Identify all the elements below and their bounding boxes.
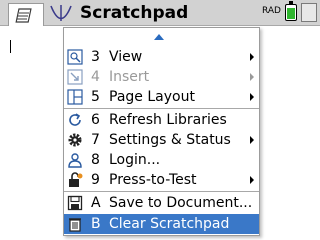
menu-item-label: Settings & Status xyxy=(109,132,231,148)
menu-item-label: View xyxy=(109,49,143,65)
menu-item-number: 7 xyxy=(91,132,100,148)
menu-item-label: Refresh Libraries xyxy=(109,112,227,128)
submenu-arrow-icon xyxy=(250,93,254,101)
menu-item-number: 6 xyxy=(91,112,100,128)
menu-item-label: Page Layout xyxy=(109,89,195,105)
battery-icon xyxy=(285,1,297,21)
tab-graphs[interactable] xyxy=(46,3,76,23)
save-icon xyxy=(67,195,83,211)
lock-icon xyxy=(69,172,83,187)
user-icon xyxy=(68,153,82,168)
refresh-icon xyxy=(69,113,81,126)
text-cursor xyxy=(10,40,11,53)
view-icon xyxy=(67,49,83,65)
title-bar: Scratchpad RAD xyxy=(0,0,320,26)
scroll-up-icon[interactable] xyxy=(154,34,164,40)
menu-item-number: 9 xyxy=(91,172,100,188)
menu-item-press-to-test[interactable]: 9 Press-to-Test xyxy=(64,170,259,190)
menu-divider xyxy=(64,108,259,109)
menu-item-refresh-libraries[interactable]: 6 Refresh Libraries xyxy=(64,110,259,130)
menu-item-settings-status[interactable]: 7 Settings & Status xyxy=(64,130,259,150)
menu-divider xyxy=(64,191,259,192)
menu-item-number: A xyxy=(91,195,101,211)
menu-button[interactable] xyxy=(301,3,317,22)
menu-item-save-to-document[interactable]: A Save to Document... xyxy=(64,193,259,213)
menu-item-insert[interactable]: 4 Insert xyxy=(64,67,259,87)
battery-level xyxy=(287,8,295,19)
menu-item-number: 8 xyxy=(91,152,100,168)
menu-item-login[interactable]: 8 Login... xyxy=(64,150,259,170)
menu-item-label: Press-to-Test xyxy=(109,172,197,188)
menu-item-page-layout[interactable]: 5 Page Layout xyxy=(64,87,259,107)
submenu-arrow-icon xyxy=(250,136,254,144)
trash-icon xyxy=(69,218,81,232)
menu-item-clear-scratchpad[interactable]: B Clear Scratchpad xyxy=(64,214,259,234)
menu-item-number: 4 xyxy=(91,69,100,85)
menu-item-label: Insert xyxy=(109,69,150,85)
tab-calculator[interactable] xyxy=(8,3,44,26)
context-menu: 3 View 4 Insert 5 Page Layout 6 Refresh … xyxy=(63,27,260,236)
page-layout-icon xyxy=(67,89,83,105)
angle-mode-label: RAD xyxy=(262,6,281,16)
submenu-arrow-icon xyxy=(250,176,254,184)
menu-item-number: 3 xyxy=(91,49,100,65)
menu-item-label: Save to Document... xyxy=(109,195,253,211)
insert-icon xyxy=(67,69,83,85)
menu-item-view[interactable]: 3 View xyxy=(64,47,259,67)
menu-item-number: 5 xyxy=(91,89,100,105)
calculator-icon xyxy=(15,8,32,23)
menu-item-label: Login... xyxy=(109,152,161,168)
submenu-arrow-icon xyxy=(250,73,254,81)
graph-icon xyxy=(50,5,72,21)
gear-icon xyxy=(68,133,82,147)
app-title: Scratchpad xyxy=(80,3,189,23)
submenu-arrow-icon xyxy=(250,53,254,61)
menu-item-number: B xyxy=(91,216,101,232)
menu-item-label: Clear Scratchpad xyxy=(109,216,230,232)
